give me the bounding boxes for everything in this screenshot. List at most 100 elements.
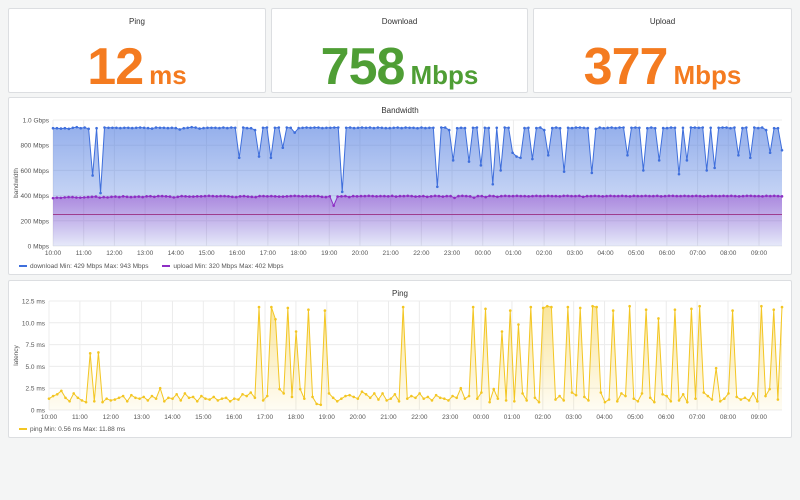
upload-stat-value: 377 Mbps bbox=[534, 37, 791, 97]
data-point-ping bbox=[500, 330, 504, 333]
data-point-download bbox=[618, 126, 621, 129]
data-point-upload bbox=[480, 194, 484, 198]
data-point-ping bbox=[381, 392, 384, 395]
bandwidth-chart[interactable]: 0 Mbps200 Mbps400 Mbps600 Mbps800 Mbps1.… bbox=[9, 98, 793, 263]
x-tick-label: 16:00 bbox=[226, 414, 243, 421]
data-point-upload bbox=[694, 194, 698, 198]
x-tick-label: 00:00 bbox=[475, 250, 492, 257]
data-point-ping bbox=[92, 399, 96, 403]
data-point-upload bbox=[429, 195, 433, 198]
data-point-ping bbox=[681, 393, 685, 396]
x-tick-label: 03:00 bbox=[567, 250, 584, 257]
data-point-ping bbox=[533, 396, 537, 400]
data-point-ping bbox=[599, 391, 603, 394]
data-point-download bbox=[566, 126, 570, 130]
data-point-upload bbox=[780, 195, 784, 198]
data-point-download bbox=[681, 126, 685, 130]
data-point-download bbox=[301, 126, 304, 130]
data-point-upload bbox=[383, 194, 386, 198]
data-point-upload bbox=[406, 194, 410, 198]
legend-item-upload[interactable]: upload Min: 320 Mbps Max: 402 Mbps bbox=[162, 263, 284, 270]
data-point-download bbox=[170, 126, 174, 130]
ping-panel[interactable]: Ping 0 ms 2.5 ms 5.0 ms 7.5 ms 10.0 ms 12.5 m… bbox=[8, 280, 792, 438]
data-point-download bbox=[614, 126, 617, 130]
data-point-ping bbox=[377, 398, 380, 401]
data-point-ping bbox=[245, 394, 248, 398]
data-point-upload bbox=[234, 195, 238, 199]
data-point-download bbox=[71, 126, 75, 130]
data-point-download bbox=[582, 126, 586, 130]
ping-chart[interactable]: 0 ms2.5 ms5.0 ms7.5 ms10.0 ms12.5 ms10:0… bbox=[9, 281, 793, 426]
data-point-upload bbox=[211, 194, 215, 198]
data-point-download bbox=[364, 126, 368, 130]
data-point-download bbox=[400, 126, 403, 130]
data-point-upload bbox=[577, 194, 581, 198]
data-point-ping bbox=[628, 304, 631, 308]
data-point-ping bbox=[154, 397, 158, 400]
data-point-ping bbox=[101, 400, 104, 404]
y-tick-label: 800 Mbps bbox=[20, 143, 49, 150]
panel-title: Ping bbox=[128, 17, 145, 26]
data-point-ping bbox=[550, 305, 553, 309]
data-point-upload bbox=[761, 195, 764, 198]
data-point-download bbox=[265, 126, 269, 129]
data-point-upload bbox=[453, 196, 456, 200]
legend-swatch-upload bbox=[162, 265, 171, 268]
data-point-download bbox=[214, 126, 217, 130]
data-point-download bbox=[396, 126, 399, 129]
data-point-download bbox=[178, 128, 182, 131]
data-point-upload bbox=[632, 194, 636, 198]
bandwidth-panel[interactable]: Bandwidth 0 Mbps 200 Mbps 400 Mbps 600 Mbps… bbox=[8, 97, 792, 275]
data-point-ping bbox=[443, 397, 446, 400]
data-point-upload bbox=[640, 194, 643, 198]
data-point-upload bbox=[484, 195, 488, 199]
data-point-ping bbox=[368, 396, 372, 400]
data-point-upload bbox=[671, 194, 675, 198]
data-point-upload bbox=[698, 194, 702, 198]
data-point-upload bbox=[114, 195, 117, 198]
data-point-upload bbox=[507, 194, 511, 198]
data-point-download bbox=[344, 126, 348, 130]
data-point-ping bbox=[393, 393, 397, 396]
data-point-download bbox=[202, 126, 205, 130]
x-tick-label: 01:00 bbox=[505, 250, 522, 257]
data-point-upload bbox=[223, 194, 226, 198]
data-point-upload bbox=[153, 195, 156, 199]
data-point-ping bbox=[261, 399, 265, 402]
data-point-upload bbox=[55, 196, 59, 199]
legend-item-ping[interactable]: ping Min: 0.56 ms Max: 11.88 ms bbox=[19, 426, 125, 433]
data-point-download bbox=[733, 126, 736, 129]
data-point-upload bbox=[188, 195, 191, 198]
data-point-download bbox=[432, 126, 435, 130]
legend-label: ping Min: 0.56 ms Max: 11.88 ms bbox=[30, 426, 126, 433]
upload-stat-panel[interactable]: Upload 377 Mbps bbox=[533, 8, 792, 96]
data-point-download bbox=[174, 126, 178, 130]
data-point-upload bbox=[550, 194, 554, 198]
data-point-upload bbox=[566, 194, 569, 198]
data-point-upload bbox=[410, 194, 413, 198]
data-point-upload bbox=[585, 194, 589, 198]
data-point-upload bbox=[679, 194, 682, 198]
data-point-upload bbox=[776, 194, 780, 198]
legend-item-download[interactable]: download Min: 429 Mbps Max: 943 Mbps bbox=[19, 263, 149, 270]
data-point-ping bbox=[117, 396, 121, 400]
x-tick-label: 05:00 bbox=[627, 414, 644, 421]
data-point-download bbox=[289, 126, 293, 130]
data-point-download bbox=[134, 126, 138, 130]
data-point-download bbox=[368, 126, 372, 129]
data-point-upload bbox=[624, 194, 628, 198]
y-axis-title: latency bbox=[13, 344, 20, 365]
data-point-upload bbox=[710, 194, 714, 198]
ping-stat-panel[interactable]: Ping 12 ms bbox=[8, 8, 266, 96]
data-point-upload bbox=[476, 194, 480, 198]
data-point-download bbox=[546, 153, 550, 157]
data-point-download bbox=[119, 126, 122, 130]
data-point-download bbox=[653, 126, 657, 130]
data-point-download bbox=[701, 126, 705, 129]
download-stat-panel[interactable]: Download 758 Mbps bbox=[271, 8, 528, 96]
data-point-upload bbox=[285, 195, 289, 198]
data-point-upload bbox=[328, 195, 332, 198]
data-point-download bbox=[75, 125, 79, 129]
data-point-upload bbox=[749, 194, 753, 198]
data-point-download bbox=[241, 126, 245, 129]
